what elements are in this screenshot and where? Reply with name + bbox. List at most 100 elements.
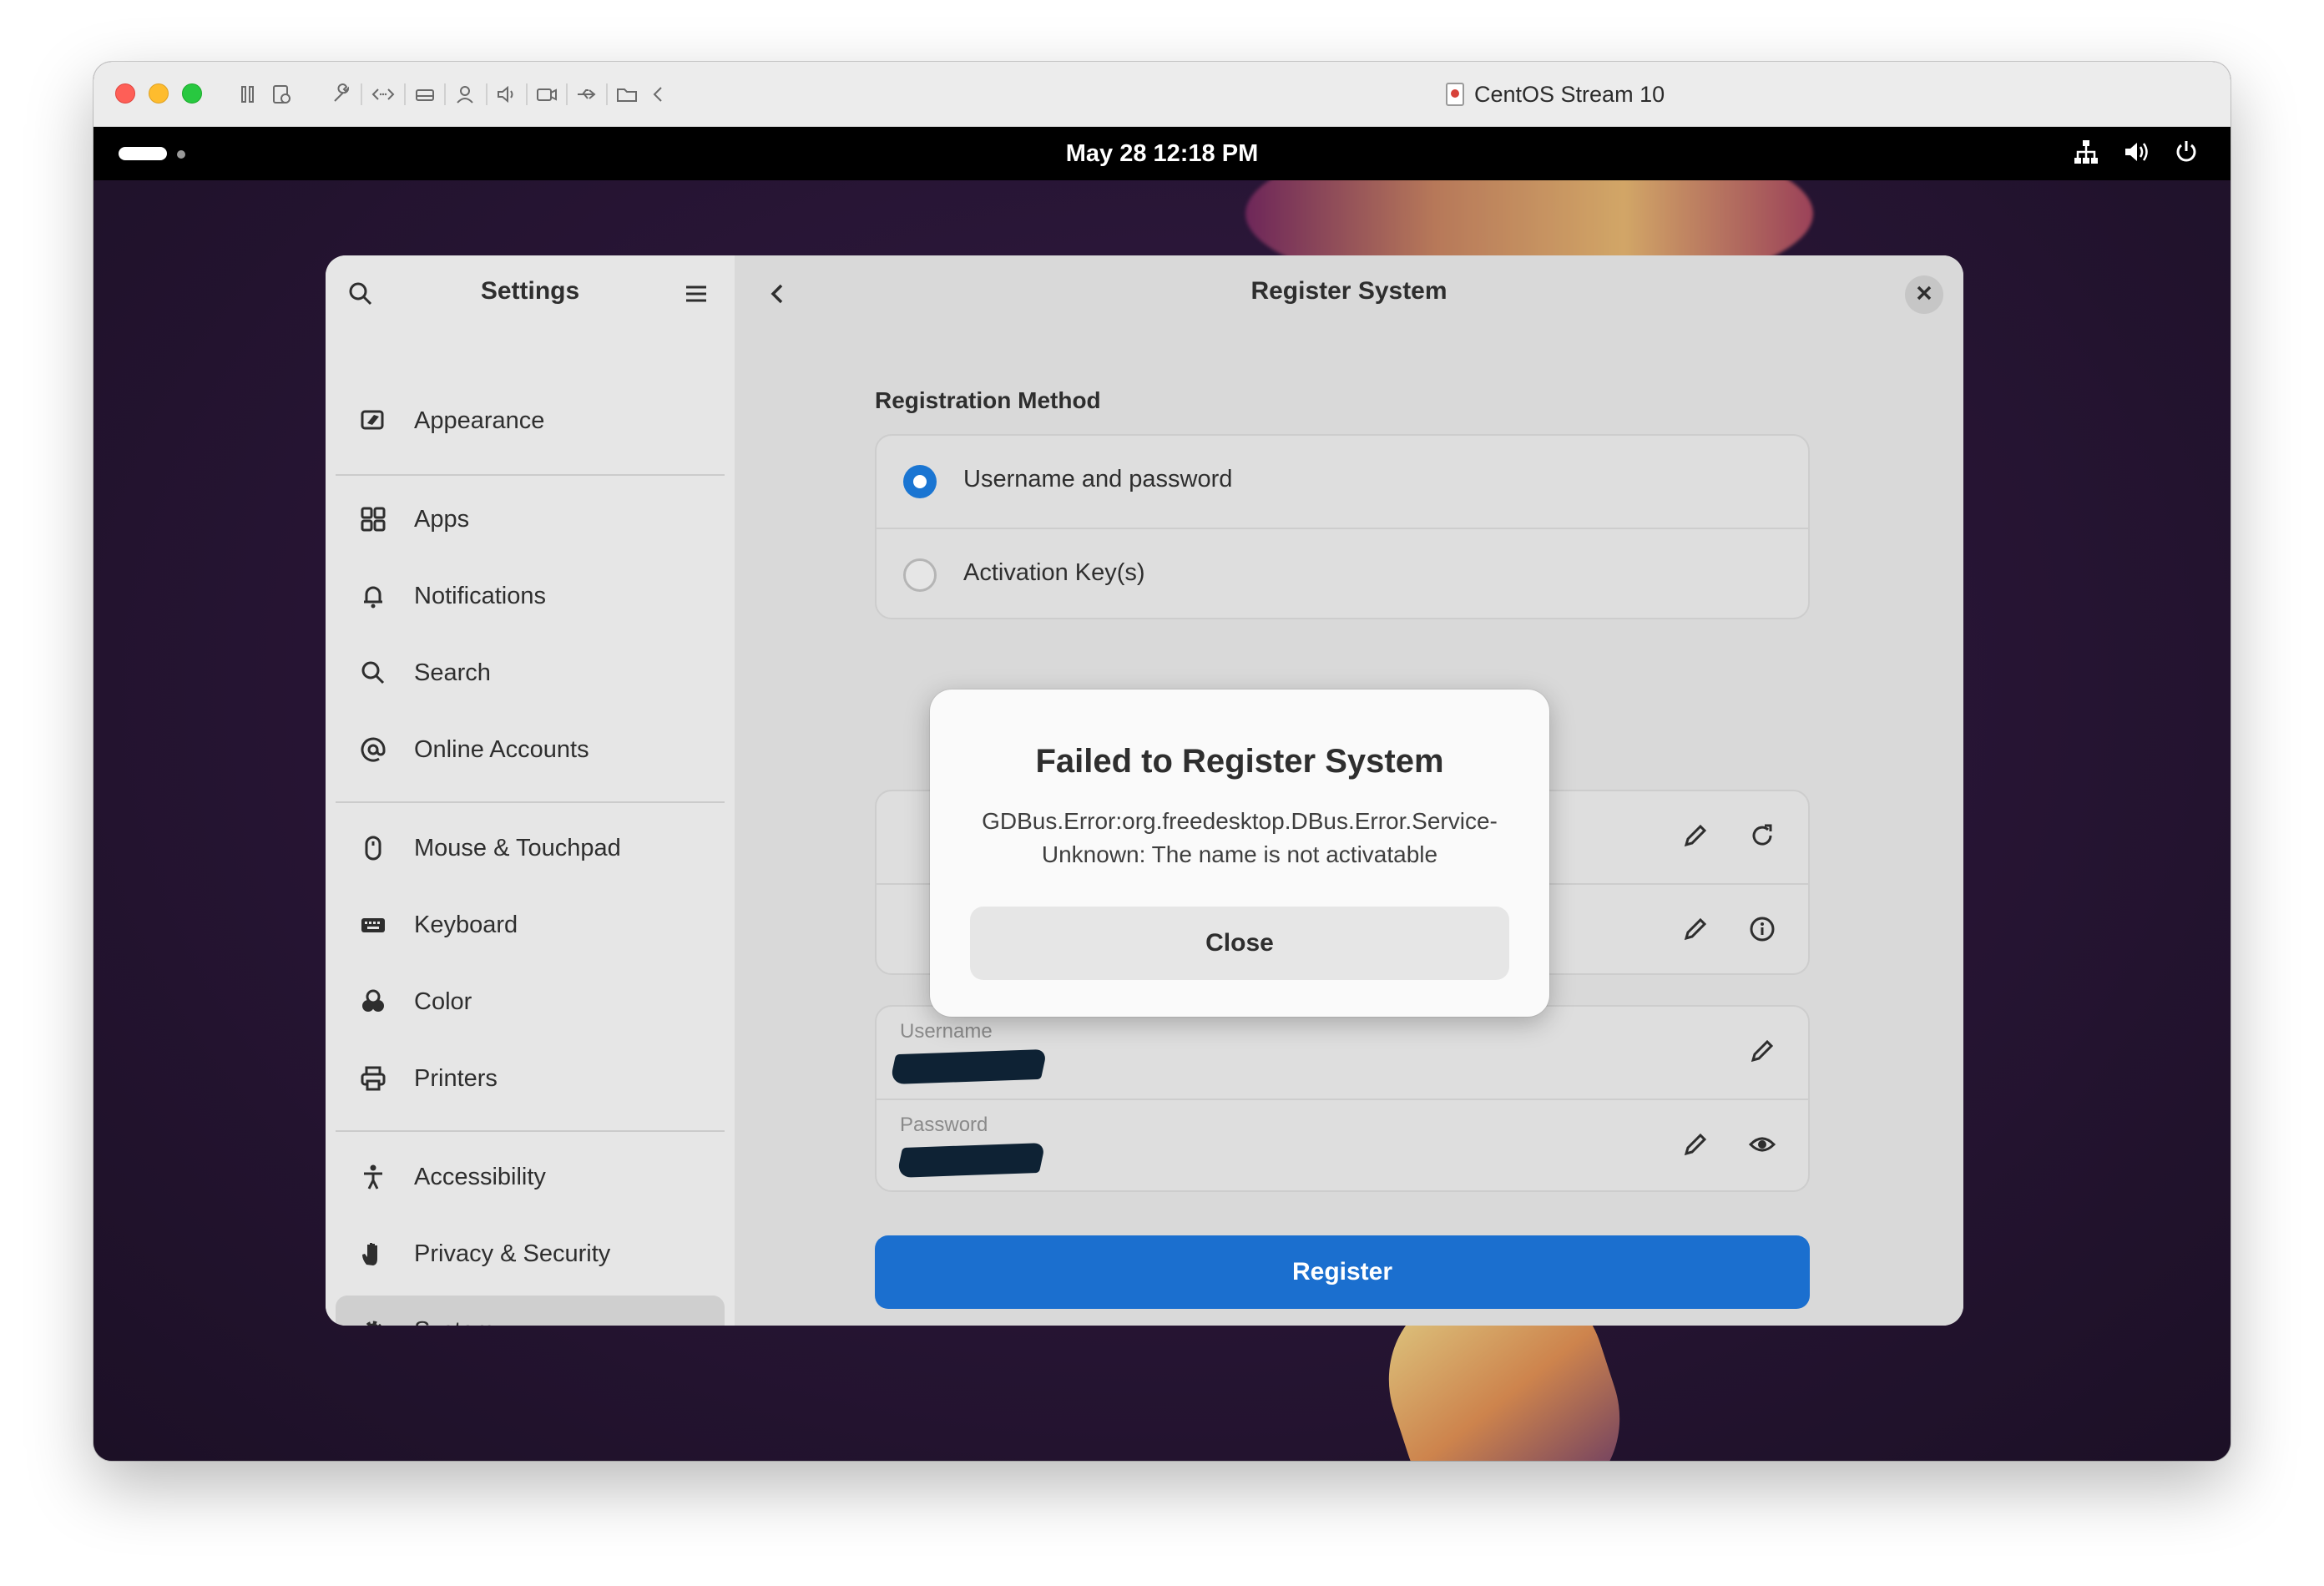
pause-icon[interactable] [234,80,262,109]
pencil-icon [1681,915,1710,947]
password-row[interactable]: Password [877,1099,1808,1190]
edit-username-button[interactable] [1745,1035,1780,1070]
close-icon [1915,284,1933,306]
sidebar-item-accessibility[interactable]: Accessibility [336,1142,725,1212]
sidebar-item-system[interactable]: System [336,1296,725,1326]
gnome-top-bar: May 28 12:18 PM [93,127,2231,180]
vm-title-text: CentOS Stream 10 [1474,81,1665,107]
sidebar-item-keyboard[interactable]: Keyboard [336,890,725,960]
pencil-icon [1748,1037,1776,1069]
register-button[interactable]: Register [875,1235,1810,1309]
volume-icon[interactable] [2122,138,2150,170]
printer-icon [357,1063,389,1094]
sidebar-item-mouse-touchpad[interactable]: Mouse & Touchpad [336,813,725,883]
sidebar-header: Settings [326,255,735,334]
close-window-button[interactable] [115,83,135,104]
sidebar-item-online-accounts[interactable]: Online Accounts [336,715,725,785]
sidebar-item-notifications[interactable]: Notifications [336,561,725,631]
appearance-icon [357,405,389,437]
dialog-message: GDBus.Error:org.freedesktop.DBus.Error.S… [960,805,1519,871]
wrench-icon[interactable] [327,80,356,109]
usb-icon[interactable] [573,80,601,109]
content-header: Register System [735,255,1963,334]
user-share-icon[interactable] [451,80,479,109]
hand-icon [357,1238,389,1270]
document-icon [1446,83,1464,106]
color-icon [357,986,389,1018]
camera-icon[interactable] [533,80,561,109]
sidebar-item-label: Apps [414,505,470,533]
edit-organization-button[interactable] [1678,913,1713,948]
vm-window-title: CentOS Stream 10 [1446,80,1665,109]
speaker-icon[interactable] [493,80,521,109]
sidebar-item-apps[interactable]: Apps [336,484,725,554]
at-sign-icon [357,734,389,765]
username-row[interactable]: Username [877,1007,1808,1099]
organization-info-button[interactable] [1745,913,1780,948]
snapshot-icon[interactable] [267,80,296,109]
sidebar-item-label: Keyboard [414,911,518,938]
redacted-username [889,1048,1048,1085]
info-icon [1748,915,1776,947]
sidebar-item-label: Mouse & Touchpad [414,834,621,861]
option-label: Activation Key(s) [963,559,1145,586]
option-activation-keys[interactable]: Activation Key(s) [877,528,1808,618]
error-dialog: Failed to Register System GDBus.Error:or… [930,689,1549,1017]
settings-sidebar: Settings Appearance Apps Notifications S… [326,255,735,1326]
sidebar-item-label: Color [414,987,472,1015]
minimize-window-button[interactable] [149,83,169,104]
registration-method-heading: Registration Method [875,387,1101,413]
sidebar-item-label: Printers [414,1064,498,1092]
option-username-password[interactable]: Username and password [877,436,1808,528]
hamburger-menu-icon [682,280,710,312]
network-icon[interactable] [2072,138,2100,170]
drive-icon[interactable] [411,80,439,109]
show-password-button[interactable] [1745,1129,1780,1164]
username-caption: Username [900,1020,993,1043]
zoom-window-button[interactable] [182,83,202,104]
password-caption: Password [900,1114,988,1136]
sidebar-item-label: Appearance [414,407,545,434]
sidebar-title: Settings [480,277,580,305]
reset-server-button[interactable] [1745,820,1780,855]
radio-activation-keys[interactable] [903,558,937,592]
credentials-card: Username Password [875,1005,1810,1192]
main-menu-button[interactable] [680,279,713,312]
page-title: Register System [1250,277,1447,305]
sidebar-item-label: Search [414,659,491,686]
option-label: Username and password [963,466,1233,492]
power-icon[interactable] [2172,138,2200,170]
sidebar-item-color[interactable]: Color [336,967,725,1037]
dialog-close-button[interactable]: Close [970,907,1509,980]
shared-folder-icon[interactable] [613,80,641,109]
sidebar-item-label: Online Accounts [414,735,589,763]
refresh-icon [1748,821,1776,854]
system-tray[interactable] [2072,139,2200,169]
sidebar-item-privacy-security[interactable]: Privacy & Security [336,1219,725,1289]
accessibility-icon [357,1161,389,1193]
mouse-icon [357,832,389,864]
code-arrows-icon[interactable] [369,80,397,109]
vm-titlebar: CentOS Stream 10 [93,62,2231,127]
close-settings-button[interactable] [1905,275,1943,314]
bell-icon [357,580,389,612]
sidebar-item-appearance[interactable]: Appearance [336,386,725,456]
dialog-message-line1: GDBus.Error:org.freedesktop.DBus.Error.S… [982,808,1498,834]
sidebar-item-label: System [414,1317,495,1326]
radio-username-password[interactable] [903,465,937,498]
keyboard-icon [357,909,389,941]
chevron-left-icon[interactable] [644,80,673,109]
sidebar-item-label: Privacy & Security [414,1240,611,1267]
apps-grid-icon [357,503,389,535]
clock[interactable]: May 28 12:18 PM [93,127,2231,180]
edit-server-button[interactable] [1678,820,1713,855]
gear-icon [357,1315,389,1326]
vm-window: CentOS Stream 10 May 28 12:18 PM Setting… [93,62,2231,1461]
redacted-password [896,1143,1046,1178]
sidebar-item-printers[interactable]: Printers [336,1043,725,1114]
edit-password-button[interactable] [1678,1129,1713,1164]
dialog-title: Failed to Register System [1035,743,1444,780]
sidebar-item-search[interactable]: Search [336,638,725,708]
pencil-icon [1681,821,1710,854]
search-icon [357,657,389,689]
